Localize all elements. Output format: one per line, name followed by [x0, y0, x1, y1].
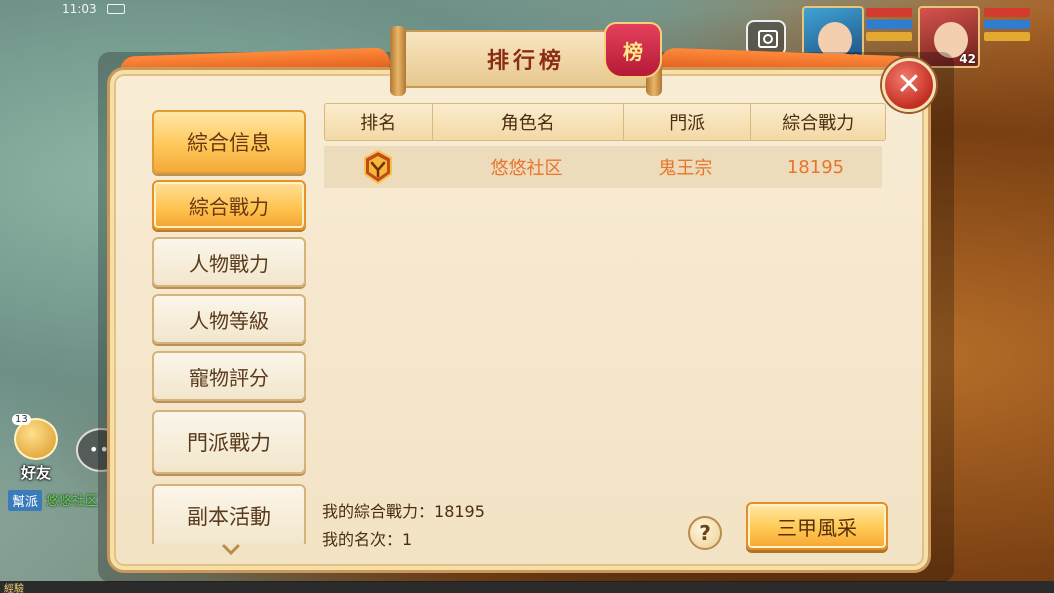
my-power-label: 我的綜合戰力：: [322, 502, 435, 521]
friend-label: 好友: [20, 464, 51, 482]
table-header: 排名 角色名 門派 綜合戰力: [324, 103, 886, 141]
guild-tag: 幫派: [8, 490, 43, 511]
friend-badge: 13: [12, 414, 31, 425]
friends-button[interactable]: 13 好友: [8, 414, 64, 488]
top-three-button[interactable]: 三甲風采: [746, 502, 888, 550]
tab-sect-power[interactable]: 門派戰力: [152, 410, 306, 474]
row-sect: 鬼王宗: [658, 158, 713, 179]
page-title: 排行榜: [486, 49, 565, 74]
rank-cell: [324, 146, 431, 188]
tab-character-power[interactable]: 人物戰力: [152, 237, 306, 287]
companion-level: 42: [959, 52, 976, 66]
tab-dungeon-events[interactable]: 副本活動: [152, 484, 306, 544]
my-rank-line: 我的名次：1: [322, 526, 485, 554]
close-button[interactable]: ✕: [882, 58, 936, 112]
companion-status-bars: [984, 8, 1030, 41]
my-rank-value: 1: [402, 530, 413, 549]
tab-pet-score[interactable]: 寵物評分: [152, 351, 306, 401]
guild-chat-line: 幫派 悠悠社区: [8, 490, 98, 511]
tab-overview[interactable]: 綜合信息: [152, 110, 306, 174]
exp-label: 經驗: [4, 584, 24, 593]
tab-combined-power[interactable]: 綜合戰力: [152, 180, 306, 230]
clock: 11:03: [62, 2, 97, 16]
status-bar: 11:03: [62, 2, 125, 16]
player-status-bars: [866, 8, 912, 41]
header-combined-power: 綜合戰力: [782, 113, 855, 134]
header-character-name: 角色名: [433, 104, 624, 140]
medal-icon: [363, 150, 392, 184]
row-power: 18195: [786, 156, 845, 178]
scroll-rod-left: [390, 26, 406, 96]
my-power-value: 18195: [434, 502, 485, 521]
my-power-line: 我的綜合戰力：18195: [322, 498, 485, 526]
guild-name: 悠悠社区: [46, 494, 99, 509]
battery-icon: [106, 4, 125, 14]
exp-bar: 經驗: [0, 581, 1054, 593]
header-sect: 門派: [624, 104, 752, 140]
chevron-down-icon[interactable]: [222, 544, 240, 556]
category-tabs: 綜合信息 綜合戰力 人物戰力 人物等級 寵物評分 門派戰力 副本活動: [152, 110, 308, 544]
seal-badge: 榜: [604, 22, 662, 78]
my-ranking-info: 我的綜合戰力：18195 我的名次：1: [322, 498, 485, 554]
header-rank: 排名: [325, 104, 433, 140]
ranking-table: 排名 角色名 門派 綜合戰力 悠悠社区 鬼王宗 18195: [324, 103, 886, 188]
my-rank-label: 我的名次：: [322, 530, 403, 549]
table-row[interactable]: 悠悠社区 鬼王宗 18195: [324, 146, 882, 188]
help-button[interactable]: ?: [688, 516, 722, 550]
row-character-name: 悠悠社区: [490, 158, 563, 179]
close-icon: ✕: [896, 67, 922, 102]
tab-character-level[interactable]: 人物等級: [152, 294, 306, 344]
